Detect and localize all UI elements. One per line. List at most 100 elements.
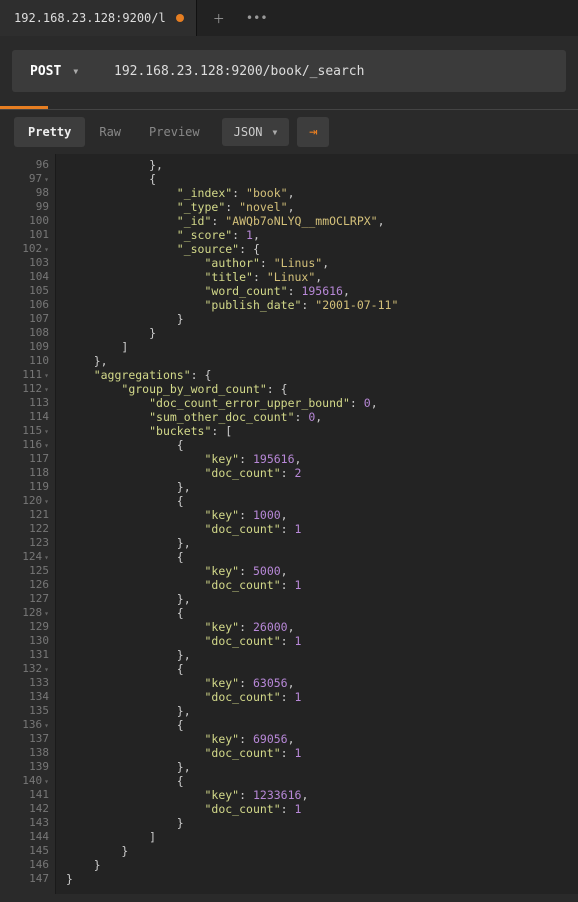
- line-number: 127: [0, 592, 55, 606]
- code-line: "doc_count": 2: [66, 466, 578, 480]
- line-number: 144: [0, 830, 55, 844]
- unsaved-dot-icon: [176, 14, 184, 22]
- line-number: 116: [0, 438, 55, 452]
- code-line: }: [66, 312, 578, 326]
- code-line: ]: [66, 340, 578, 354]
- request-tab[interactable]: 192.168.23.128:9200/l: [0, 0, 197, 36]
- line-number: 118: [0, 466, 55, 480]
- line-number: 112: [0, 382, 55, 396]
- code-line: "doc_count": 1: [66, 746, 578, 760]
- code-line: "_type": "novel",: [66, 200, 578, 214]
- line-number: 130: [0, 634, 55, 648]
- line-number: 129: [0, 620, 55, 634]
- line-number: 124: [0, 550, 55, 564]
- code-line: "publish_date": "2001-07-11": [66, 298, 578, 312]
- code-line: ]: [66, 830, 578, 844]
- line-gutter: 9697989910010110210310410510610710810911…: [0, 154, 56, 894]
- chevron-down-icon: ▼: [73, 67, 78, 76]
- code-line: {: [66, 606, 578, 620]
- format-label: JSON: [234, 125, 263, 139]
- line-number: 133: [0, 676, 55, 690]
- code-line: }: [66, 872, 578, 886]
- line-number: 106: [0, 298, 55, 312]
- line-number: 121: [0, 508, 55, 522]
- line-number: 102: [0, 242, 55, 256]
- code-line: },: [66, 158, 578, 172]
- line-number: 143: [0, 816, 55, 830]
- code-line: "key": 1000,: [66, 508, 578, 522]
- line-number: 122: [0, 522, 55, 536]
- code-line: {: [66, 718, 578, 732]
- wrap-icon: ⇥: [309, 124, 317, 140]
- line-number: 110: [0, 354, 55, 368]
- code-line: {: [66, 438, 578, 452]
- line-number: 111: [0, 368, 55, 382]
- new-tab-button[interactable]: ＋: [203, 4, 235, 32]
- code-line: }: [66, 844, 578, 858]
- code-line: "key": 1233616,: [66, 788, 578, 802]
- line-number: 105: [0, 284, 55, 298]
- line-number: 117: [0, 452, 55, 466]
- format-dropdown[interactable]: JSON ▼: [222, 118, 290, 146]
- code-line: "word_count": 195616,: [66, 284, 578, 298]
- code-line: },: [66, 592, 578, 606]
- code-line: }: [66, 816, 578, 830]
- code-line: {: [66, 172, 578, 186]
- code-line: }: [66, 858, 578, 872]
- line-number: 98: [0, 186, 55, 200]
- line-number: 101: [0, 228, 55, 242]
- line-number: 115: [0, 424, 55, 438]
- response-editor: 9697989910010110210310410510610710810911…: [0, 154, 578, 894]
- code-area[interactable]: }, { "_index": "book", "_type": "novel",…: [56, 154, 578, 894]
- request-row: POST ▼ 192.168.23.128:9200/book/_search: [12, 50, 566, 92]
- tab-preview[interactable]: Preview: [135, 117, 214, 147]
- line-number: 138: [0, 746, 55, 760]
- code-line: "_id": "AWQb7oNLYQ__mmOCLRPX",: [66, 214, 578, 228]
- code-line: "doc_count": 1: [66, 578, 578, 592]
- code-line: {: [66, 662, 578, 676]
- wrap-button[interactable]: ⇥: [297, 117, 329, 147]
- tab-pretty[interactable]: Pretty: [14, 117, 85, 147]
- line-number: 128: [0, 606, 55, 620]
- line-number: 99: [0, 200, 55, 214]
- line-number: 146: [0, 858, 55, 872]
- line-number: 141: [0, 788, 55, 802]
- code-line: "doc_count": 1: [66, 802, 578, 816]
- code-line: "doc_count": 1: [66, 690, 578, 704]
- code-line: "title": "Linux",: [66, 270, 578, 284]
- line-number: 145: [0, 844, 55, 858]
- code-line: "doc_count_error_upper_bound": 0,: [66, 396, 578, 410]
- code-line: "key": 63056,: [66, 676, 578, 690]
- code-line: "key": 5000,: [66, 564, 578, 578]
- method-dropdown[interactable]: POST ▼: [12, 50, 100, 92]
- code-line: },: [66, 536, 578, 550]
- tab-menu-button[interactable]: •••: [241, 4, 273, 32]
- line-number: 109: [0, 340, 55, 354]
- code-line: "_score": 1,: [66, 228, 578, 242]
- tab-raw[interactable]: Raw: [85, 117, 135, 147]
- line-number: 142: [0, 802, 55, 816]
- line-number: 120: [0, 494, 55, 508]
- line-number: 140: [0, 774, 55, 788]
- code-line: },: [66, 704, 578, 718]
- method-label: POST: [30, 64, 61, 79]
- code-line: }: [66, 326, 578, 340]
- line-number: 104: [0, 270, 55, 284]
- line-number: 134: [0, 690, 55, 704]
- line-number: 147: [0, 872, 55, 886]
- code-line: "group_by_word_count": {: [66, 382, 578, 396]
- line-number: 96: [0, 158, 55, 172]
- response-view-tabs: Pretty Raw Preview JSON ▼ ⇥: [0, 110, 578, 154]
- code-line: },: [66, 480, 578, 494]
- code-line: },: [66, 648, 578, 662]
- code-line: "sum_other_doc_count": 0,: [66, 410, 578, 424]
- line-number: 126: [0, 578, 55, 592]
- code-line: "doc_count": 1: [66, 522, 578, 536]
- line-number: 123: [0, 536, 55, 550]
- code-line: "_source": {: [66, 242, 578, 256]
- line-number: 136: [0, 718, 55, 732]
- code-line: "_index": "book",: [66, 186, 578, 200]
- code-line: "key": 26000,: [66, 620, 578, 634]
- url-input[interactable]: 192.168.23.128:9200/book/_search: [100, 64, 566, 79]
- line-number: 131: [0, 648, 55, 662]
